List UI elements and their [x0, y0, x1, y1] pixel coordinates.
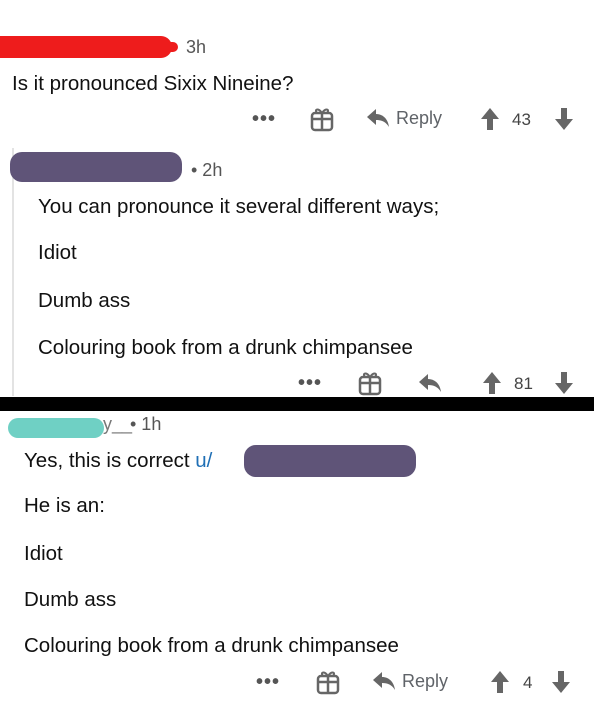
- comment3-line-5: Colouring book from a drunk chimpansee: [24, 634, 399, 657]
- screenshot-divider: [0, 397, 594, 411]
- redacted-mention-purple: [244, 445, 416, 477]
- comment1-reply-label: Reply: [396, 107, 443, 128]
- downvote-arrow-icon: [555, 372, 573, 394]
- upvote-arrow-icon: [481, 108, 499, 130]
- comment3-username-fragment: y__: [103, 414, 133, 434]
- gift-icon: [316, 671, 340, 695]
- comment3-more-button[interactable]: •••: [256, 671, 280, 694]
- comment3-reply-button[interactable]: Reply: [372, 670, 448, 692]
- reply-arrow-icon: [419, 374, 441, 392]
- comment1-reply-button[interactable]: Reply: [366, 107, 442, 129]
- reply-arrow-icon: [367, 109, 389, 127]
- comment2-timestamp: • 2h: [191, 160, 223, 180]
- downvote-arrow-icon: [555, 108, 573, 130]
- comment3-line-3: Idiot: [24, 542, 63, 565]
- comment1-timestamp: 3h: [186, 37, 207, 57]
- thread-indent-line: [12, 148, 14, 396]
- redacted-username-teal: [8, 418, 104, 438]
- comment3-reply-label: Reply: [402, 670, 449, 691]
- comment2-line-1: You can pronounce it several different w…: [38, 195, 440, 218]
- comment2-vote-count: 81: [514, 374, 533, 393]
- comment2-line-2: Idiot: [38, 241, 77, 264]
- comment1-vote-count: 43: [512, 110, 531, 129]
- comment1-upvote-button[interactable]: [480, 107, 500, 131]
- comment2-line-4: Colouring book from a drunk chimpansee: [38, 336, 413, 359]
- comment2-more-button[interactable]: •••: [298, 372, 322, 395]
- redacted-username-red-tail: [150, 42, 178, 52]
- redacted-username-red: [0, 36, 172, 58]
- comment3-upvote-button[interactable]: [490, 670, 510, 694]
- gift-icon: [310, 108, 334, 132]
- comment1-downvote-button[interactable]: [554, 107, 574, 131]
- comment2-reply-button[interactable]: [418, 372, 442, 394]
- user-mention-link[interactable]: u/: [195, 449, 212, 472]
- comment2-upvote-button[interactable]: [482, 371, 502, 395]
- redacted-username-purple: [10, 152, 182, 182]
- comment3-line-4: Dumb ass: [24, 588, 117, 611]
- comment2-downvote-button[interactable]: [554, 371, 574, 395]
- comment3-line-2: He is an:: [24, 494, 105, 517]
- comment3-award-button[interactable]: [316, 669, 340, 695]
- comment1-more-button[interactable]: •••: [252, 108, 276, 131]
- gift-icon: [358, 372, 382, 396]
- upvote-arrow-icon: [491, 671, 509, 693]
- comment1-award-button[interactable]: [310, 106, 334, 132]
- comment2-award-button[interactable]: [358, 370, 382, 396]
- comment3-line-1: Yes, this is correct u/: [24, 449, 212, 473]
- reply-arrow-icon: [373, 672, 395, 690]
- comment2-line-3: Dumb ass: [38, 289, 131, 312]
- comment3-downvote-button[interactable]: [551, 670, 571, 694]
- comment3-timestamp: • 1h: [130, 414, 162, 434]
- comment3-line-1-text: Yes, this is correct: [24, 449, 196, 472]
- downvote-arrow-icon: [552, 671, 570, 693]
- upvote-arrow-icon: [483, 372, 501, 394]
- comment1-text: Is it pronounced Sixix Nineine?: [12, 72, 294, 95]
- comment3-vote-count: 4: [523, 673, 533, 692]
